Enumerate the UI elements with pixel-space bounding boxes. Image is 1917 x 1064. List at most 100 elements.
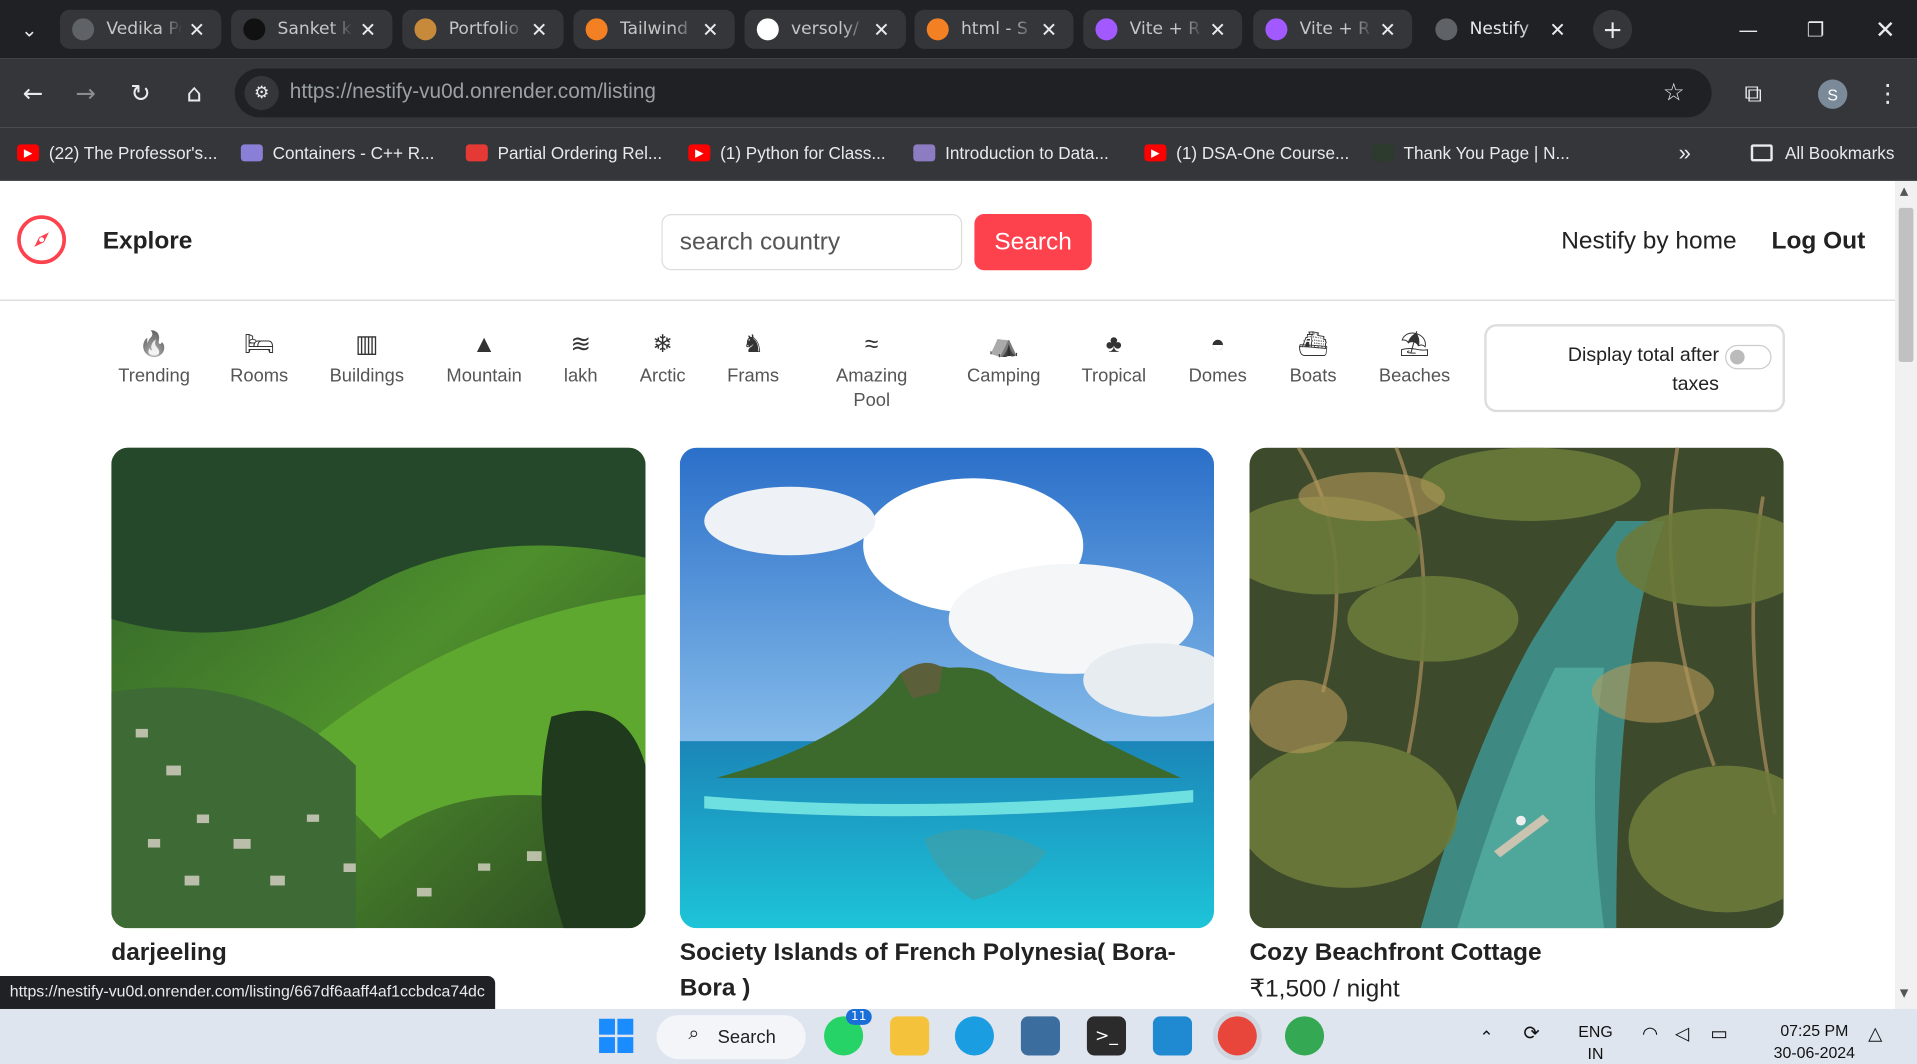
compass-logo-icon[interactable] — [17, 215, 67, 265]
browser-tab[interactable]: Portfolio ✕ — [402, 9, 564, 49]
filter-buildings[interactable]: ▥ Buildings — [312, 330, 422, 389]
site-info-icon[interactable]: ⚙ — [244, 75, 279, 111]
notification-bell-icon[interactable]: △ — [1868, 1024, 1882, 1046]
tab-label: html - S — [960, 19, 1028, 40]
filter-mountain[interactable]: ▲ Mountain — [429, 330, 539, 389]
listing-image-bora-bora[interactable] — [679, 447, 1215, 929]
wifi-icon[interactable]: ◠ — [1642, 1024, 1658, 1046]
filter-boats[interactable]: ⛴ Boats — [1258, 330, 1368, 389]
filter-trending[interactable]: 🔥 Trending — [99, 330, 209, 389]
youtube-icon: ▶ — [1144, 144, 1167, 162]
tray-overflow-icon[interactable]: ⌃ — [1479, 1026, 1493, 1048]
tab-search-icon[interactable]: ⌄ — [15, 15, 44, 44]
filter-domes[interactable]: ◓ Domes — [1163, 330, 1273, 389]
mysql-workbench-icon[interactable] — [1020, 1016, 1060, 1056]
explore-link[interactable]: Explore — [103, 227, 193, 255]
bookmark-item[interactable]: Introduction to Data... — [913, 139, 1109, 166]
forward-button[interactable]: → — [68, 76, 102, 110]
restore-button[interactable]: ❐ — [1801, 12, 1830, 46]
tab-label: versoly/ — [791, 19, 859, 40]
filter-frams[interactable]: ♞ Frams — [698, 330, 808, 389]
browser-tab[interactable]: Vedika Portfolio✕ — [59, 9, 222, 49]
address-bar[interactable]: ⚙ https://nestify-vu0d.onrender.com/list… — [234, 68, 1712, 118]
bookmark-item[interactable]: Containers - C++ R... — [240, 139, 434, 166]
edge-icon[interactable] — [954, 1016, 994, 1056]
battery-icon[interactable]: ▭ — [1710, 1024, 1727, 1046]
vite-icon — [1265, 18, 1288, 41]
reload-button[interactable]: ↻ — [123, 76, 157, 110]
windows-start-icon[interactable] — [597, 1016, 636, 1055]
file-explorer-icon[interactable] — [890, 1016, 930, 1056]
bookmarks-overflow-icon[interactable]: » — [1679, 139, 1691, 166]
listing-card[interactable]: Cozy Beachfront Cottage ₹1,500 / night — [1249, 447, 1784, 1008]
swirl-icon — [243, 18, 266, 41]
tab-close-icon[interactable]: ✕ — [1373, 18, 1402, 41]
tab-close-icon[interactable]: ✕ — [1543, 18, 1572, 41]
tab-label: Nestify — [1469, 19, 1530, 40]
listing-image-darjeeling[interactable] — [111, 447, 646, 929]
chrome-profile-icon[interactable] — [1284, 1016, 1325, 1056]
scrollbar-thumb[interactable] — [1898, 207, 1914, 363]
close-window-button[interactable]: ✕ — [1871, 12, 1900, 46]
language-indicator[interactable]: ENG IN — [1571, 1021, 1620, 1064]
page-scrollbar[interactable]: ▲ ▼ — [1895, 181, 1917, 1009]
tab-close-icon[interactable]: ✕ — [867, 18, 896, 41]
bookmark-item[interactable]: Thank You Page | N... — [1371, 139, 1570, 166]
sync-icon[interactable]: ⟳ — [1523, 1024, 1539, 1046]
scroll-up-arrow-icon[interactable]: ▲ — [1900, 186, 1908, 198]
vscode-icon[interactable] — [1152, 1016, 1193, 1056]
bookmark-item[interactable]: Partial Ordering Rel... — [465, 139, 662, 166]
bookmark-item[interactable]: ▶ (22) The Professor's... — [17, 139, 217, 166]
filter-tropical[interactable]: ♣ Tropical — [1059, 330, 1169, 389]
tab-close-icon[interactable]: ✕ — [353, 18, 382, 41]
logout-link[interactable]: Log Out — [1772, 227, 1866, 255]
tab-close-icon[interactable]: ✕ — [1034, 18, 1063, 41]
clock[interactable]: 07:25 PM 30-06-2024 — [1756, 1020, 1873, 1064]
filter-beaches[interactable]: ⛱ Beaches — [1360, 330, 1470, 389]
swimmer-icon: ≈ — [864, 331, 879, 359]
browser-tab[interactable]: Vite + R ✕ — [1083, 9, 1243, 49]
browser-tab[interactable]: Sanket k ✕ — [231, 9, 393, 49]
scroll-down-arrow-icon[interactable]: ▼ — [1900, 988, 1908, 1000]
filter-camping[interactable]: ⛺ Camping — [949, 330, 1059, 389]
search-button[interactable]: Search — [974, 214, 1092, 271]
listing-card[interactable]: Society Islands of French Polynesia( Bor… — [679, 447, 1215, 1007]
chrome-icon[interactable] — [1217, 1016, 1257, 1056]
filter-amazing-pool[interactable]: ≈ Amazing Pool — [817, 330, 927, 413]
all-bookmarks-button[interactable]: All Bookmarks — [1750, 139, 1894, 166]
terminal-icon[interactable]: >_ — [1086, 1016, 1127, 1056]
taskbar-search[interactable]: ⌕ Search — [656, 1015, 806, 1060]
browser-tab[interactable]: Vite + R ✕ — [1253, 9, 1413, 49]
filter-rooms[interactable]: 🛏 Rooms — [204, 330, 314, 389]
whatsapp-badge: 11 — [846, 1008, 872, 1025]
back-button[interactable]: ← — [16, 76, 50, 110]
tax-toggle-switch[interactable] — [1725, 344, 1772, 370]
nestify-home-link[interactable]: Nestify by home — [1561, 227, 1736, 255]
bookmark-item[interactable]: ▶ (1) DSA-One Course... — [1144, 139, 1349, 166]
profile-avatar[interactable]: S — [1818, 79, 1848, 109]
whatsapp-icon[interactable]: 11 — [824, 1008, 872, 1056]
tab-close-icon[interactable]: ✕ — [182, 18, 211, 41]
menu-kebab-icon[interactable]: ⋮ — [1871, 76, 1905, 110]
search-country-input[interactable] — [661, 214, 963, 271]
tab-close-icon[interactable]: ✕ — [1203, 18, 1232, 41]
home-button[interactable]: ⌂ — [177, 76, 211, 110]
listing-card[interactable]: darjeeling ₹10,000 / night — [111, 447, 646, 1008]
browser-tab[interactable]: versoly/ ✕ — [744, 9, 906, 49]
avatar-icon — [414, 18, 437, 41]
minimize-button[interactable]: — — [1734, 12, 1763, 46]
bookmark-label: (22) The Professor's... — [48, 143, 218, 163]
browser-tab[interactable]: Tailwind ✕ — [573, 9, 735, 49]
listing-image-beachfront-cottage[interactable] — [1249, 447, 1784, 929]
new-tab-button[interactable]: + — [1593, 9, 1633, 49]
url-text[interactable]: https://nestify-vu0d.onrender.com/listin… — [290, 79, 656, 103]
extensions-icon[interactable]: ⧉ — [1736, 76, 1770, 110]
tab-close-icon[interactable]: ✕ — [696, 18, 725, 41]
tab-close-icon[interactable]: ✕ — [524, 18, 553, 41]
browser-tab[interactable]: html - S ✕ — [914, 9, 1074, 49]
browser-tab[interactable]: Nestify ✕ — [1423, 9, 1583, 49]
tree-icon: ♣ — [1105, 331, 1122, 359]
bookmark-item[interactable]: ▶ (1) Python for Class... — [688, 139, 886, 166]
bookmark-star-icon[interactable]: ☆ — [1663, 77, 1685, 106]
volume-icon[interactable]: ◁ — [1675, 1024, 1689, 1046]
